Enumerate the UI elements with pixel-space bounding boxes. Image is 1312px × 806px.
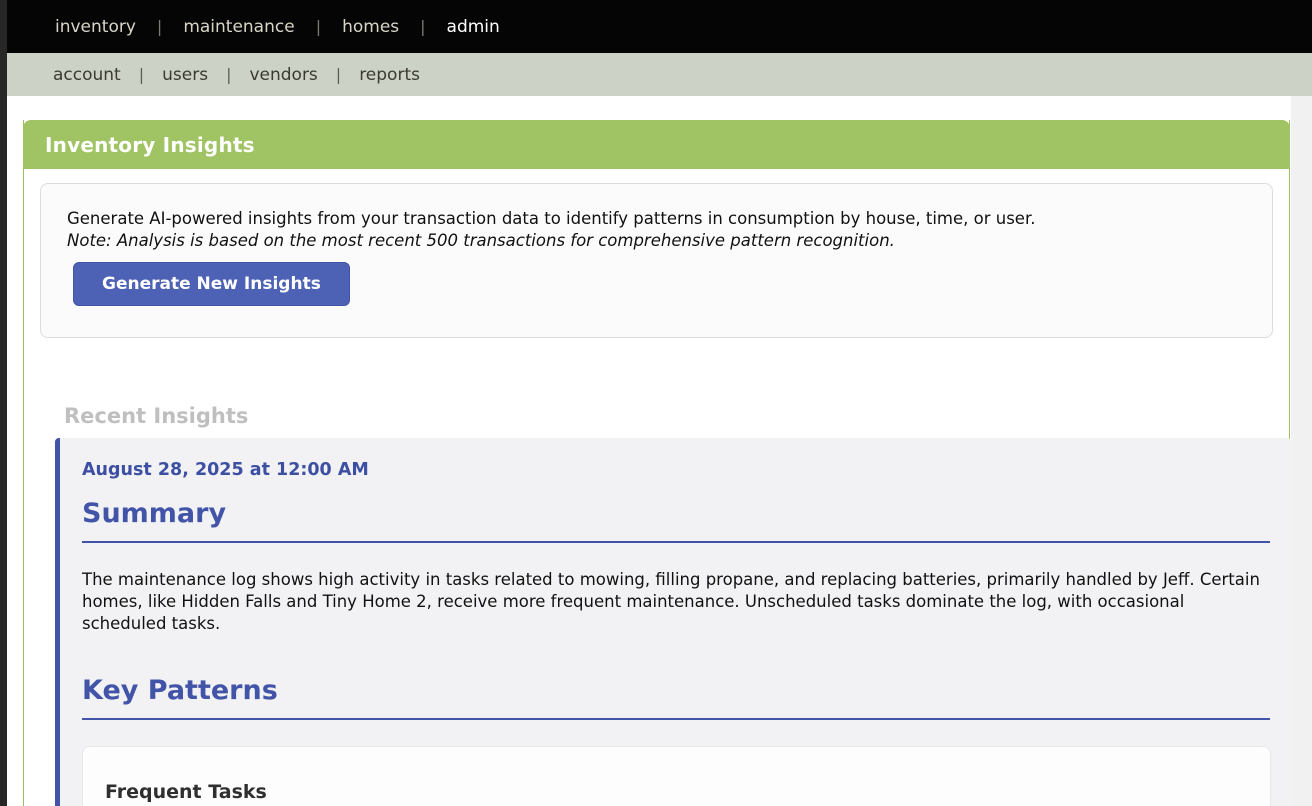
page-title: Inventory Insights [45, 132, 255, 157]
inventory-insights-panel: Inventory Insights Generate AI-powered i… [23, 120, 1291, 806]
nav-separator: | [335, 65, 342, 84]
key-patterns-heading: Key Patterns [82, 675, 278, 706]
nav-item-admin[interactable]: admin [447, 17, 500, 37]
generator-note: Note: Analysis is based on the most rece… [67, 231, 895, 250]
generator-description: Generate AI-powered insights from your t… [67, 209, 1036, 228]
nav-separator: | [156, 17, 163, 36]
page-content: Inventory Insights Generate AI-powered i… [0, 96, 1312, 806]
nav-item-homes[interactable]: homes [342, 17, 399, 37]
window-left-edge [0, 0, 7, 806]
insight-date: August 28, 2025 at 12:00 AM [82, 460, 369, 480]
panel-header: Inventory Insights [23, 120, 1290, 169]
recent-insights-heading: Recent Insights [64, 404, 249, 428]
nav-separator: | [315, 17, 322, 36]
panel-body: Generate AI-powered insights from your t… [24, 169, 1291, 806]
subnav-item-account[interactable]: account [53, 65, 121, 85]
key-patterns-divider [82, 718, 1270, 720]
scrollbar-track[interactable] [1291, 96, 1312, 806]
generate-new-insights-button[interactable]: Generate New Insights [73, 262, 350, 306]
subnav-item-users[interactable]: users [162, 65, 208, 85]
summary-heading: Summary [82, 498, 227, 529]
insights-generator-card: Generate AI-powered insights from your t… [40, 183, 1273, 338]
pattern-title: Frequent Tasks [105, 781, 267, 803]
subnav-item-reports[interactable]: reports [359, 65, 420, 85]
subnav-item-vendors[interactable]: vendors [249, 65, 317, 85]
pattern-card-frequent-tasks: Frequent Tasks Mowing, blowing leaves, a… [82, 746, 1271, 806]
nav-separator: | [138, 65, 145, 84]
insight-card: August 28, 2025 at 12:00 AM Summary The … [55, 438, 1291, 806]
summary-text: The maintenance log shows high activity … [82, 570, 1260, 633]
summary-divider [82, 541, 1270, 543]
nav-item-inventory[interactable]: inventory [55, 17, 136, 37]
secondary-nav: account | users | vendors | reports [0, 53, 1312, 96]
primary-nav: inventory | maintenance | homes | admin [0, 0, 1312, 53]
nav-separator: | [226, 65, 232, 84]
nav-separator: | [420, 17, 426, 36]
nav-item-maintenance[interactable]: maintenance [183, 17, 294, 37]
